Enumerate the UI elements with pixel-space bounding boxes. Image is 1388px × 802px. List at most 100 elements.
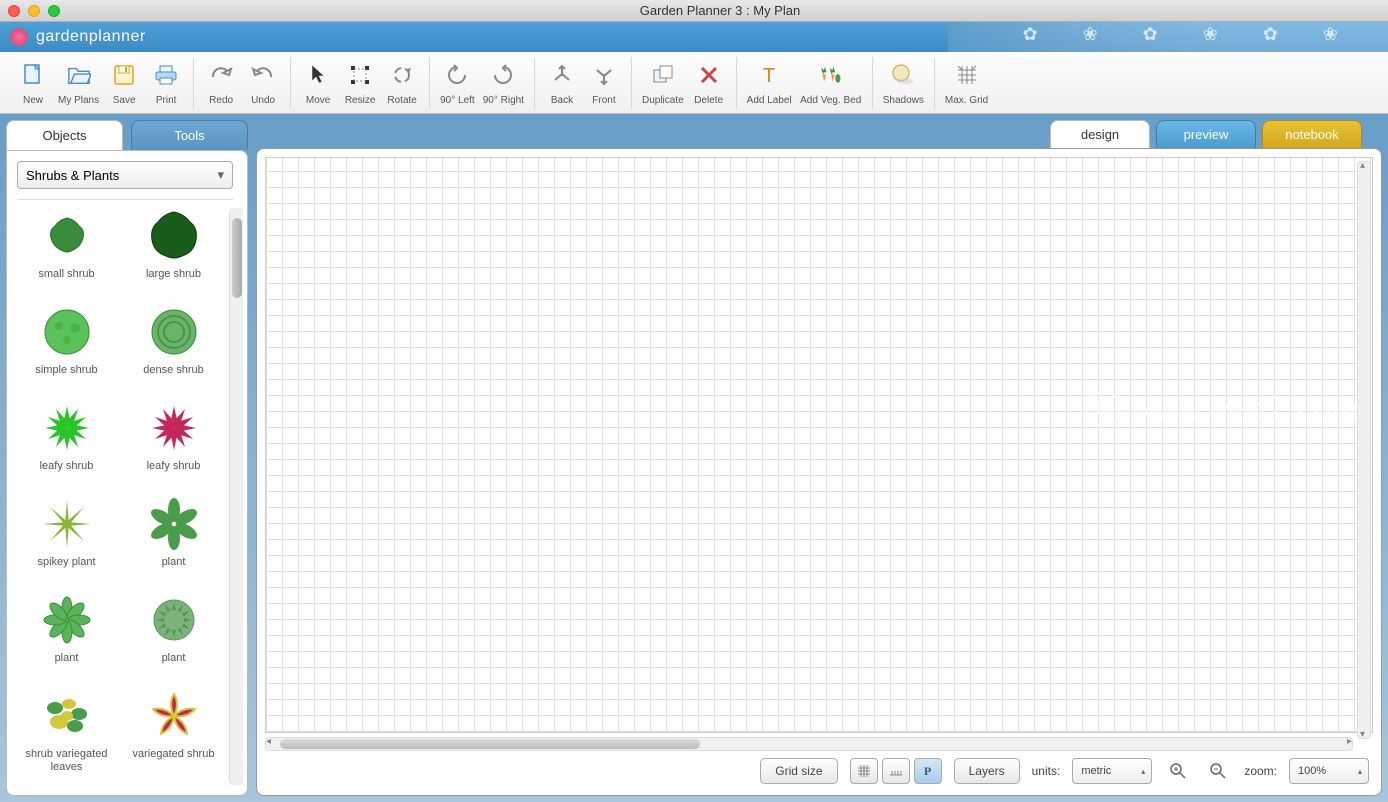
palette-item-plant-1[interactable]: plant — [124, 496, 223, 580]
minimize-window-button[interactable] — [28, 5, 40, 17]
grid-display-button-1[interactable] — [850, 758, 878, 784]
scrollbar-thumb[interactable] — [232, 218, 242, 298]
leafy-shrub-icon — [146, 400, 202, 456]
variegated-shrub-icon — [39, 688, 95, 744]
grid-size-button[interactable]: Grid size — [760, 758, 837, 784]
canvas-vertical-scrollbar[interactable] — [1357, 161, 1371, 739]
palette-item-small-shrub[interactable]: small shrub — [17, 208, 116, 292]
tab-objects[interactable]: Objects — [6, 120, 123, 150]
zoom-in-button[interactable] — [1164, 758, 1192, 784]
send-back-button[interactable]: Back — [541, 57, 583, 109]
rotate-button[interactable]: Rotate — [381, 57, 423, 109]
close-window-button[interactable] — [8, 5, 20, 17]
rotate-left-icon — [445, 60, 469, 91]
rotate-left-button[interactable]: 90° Left — [436, 57, 479, 109]
window-title: Garden Planner 3 : My Plan — [60, 3, 1380, 18]
palette-item-simple-shrub[interactable]: simple shrub — [17, 304, 116, 388]
titlebar: Garden Planner 3 : My Plan — [0, 0, 1388, 22]
units-select[interactable]: metric — [1072, 758, 1152, 784]
main-toolbar: New My Plans Save Print Redo Undo Move — [0, 52, 1388, 114]
delete-button[interactable]: Delete — [688, 57, 730, 109]
brand-name: gardenplanner — [36, 28, 146, 46]
add-veg-bed-button[interactable]: Add Veg. Bed — [796, 57, 866, 109]
palette-item-dense-shrub[interactable]: dense shrub — [124, 304, 223, 388]
duplicate-icon — [651, 60, 675, 91]
window-controls — [8, 5, 60, 17]
canvas-status-bar: Grid size P Layers units: metric zoom: 1… — [265, 755, 1373, 787]
resize-icon — [348, 60, 372, 91]
save-icon — [112, 60, 136, 91]
new-button[interactable]: New — [12, 57, 54, 109]
grid-icon — [955, 60, 979, 91]
brand-logo-icon — [10, 28, 28, 46]
design-canvas[interactable] — [265, 157, 1373, 733]
object-palette: small shrub large shrub simple shrub den… — [17, 208, 229, 785]
text-label-icon: T — [757, 60, 781, 91]
resize-button[interactable]: Resize — [339, 57, 381, 109]
palette-item-leafy-shrub-pink[interactable]: leafy shrub — [124, 400, 223, 484]
folder-icon — [67, 60, 91, 91]
palette-item-variegated-shrub-2[interactable]: variegated shrub — [124, 688, 223, 785]
shrub-icon — [146, 208, 202, 264]
plant-icon — [39, 592, 95, 648]
bring-front-icon — [592, 60, 616, 91]
tab-preview[interactable]: preview — [1156, 120, 1256, 148]
zoom-label: zoom: — [1244, 764, 1277, 778]
sidebar: Objects Tools Shrubs & Plants small shru… — [6, 120, 248, 796]
tab-notebook[interactable]: notebook — [1262, 120, 1362, 148]
duplicate-button[interactable]: Duplicate — [638, 57, 688, 109]
move-button[interactable]: Move — [297, 57, 339, 109]
save-button[interactable]: Save — [103, 57, 145, 109]
redo-button[interactable]: Redo — [200, 57, 242, 109]
tab-design[interactable]: design — [1050, 120, 1150, 148]
canvas-area: design preview notebook Grid size P Laye… — [256, 120, 1382, 796]
grid-display-button-p[interactable]: P — [914, 758, 942, 784]
print-button[interactable]: Print — [145, 57, 187, 109]
vegetable-bed-icon — [819, 60, 843, 91]
zoom-select[interactable]: 100% — [1289, 758, 1369, 784]
shrub-icon — [39, 304, 95, 360]
palette-item-large-shrub[interactable]: large shrub — [124, 208, 223, 292]
rotate-right-icon — [491, 60, 515, 91]
spikey-plant-icon — [39, 496, 95, 552]
max-grid-button[interactable]: Max. Grid — [941, 57, 992, 109]
scrollbar-thumb[interactable] — [280, 739, 700, 749]
grid-display-button-2[interactable] — [882, 758, 910, 784]
palette-scrollbar[interactable] — [229, 208, 243, 785]
shadows-icon — [891, 60, 915, 91]
my-plans-button[interactable]: My Plans — [54, 57, 103, 109]
brand-bar: gardenplanner — [0, 22, 1388, 52]
palette-item-variegated-shrub-1[interactable]: shrub variegated leaves — [17, 688, 116, 785]
shadows-button[interactable]: Shadows — [879, 57, 928, 109]
zoom-out-button[interactable] — [1204, 758, 1232, 784]
category-value: Shrubs & Plants — [26, 168, 119, 183]
variegated-shrub-icon — [146, 688, 202, 744]
undo-icon — [251, 60, 275, 91]
tab-tools[interactable]: Tools — [131, 120, 248, 150]
maximize-window-button[interactable] — [48, 5, 60, 17]
send-back-icon — [550, 60, 574, 91]
layers-button[interactable]: Layers — [954, 758, 1020, 784]
category-dropdown[interactable]: Shrubs & Plants — [17, 161, 233, 189]
units-label: units: — [1032, 764, 1061, 778]
palette-item-spikey-plant[interactable]: spikey plant — [17, 496, 116, 580]
palette-item-leafy-shrub-green[interactable]: leafy shrub — [17, 400, 116, 484]
plant-icon — [146, 592, 202, 648]
redo-icon — [209, 60, 233, 91]
rotate-icon — [390, 60, 414, 91]
leafy-shrub-icon — [39, 400, 95, 456]
new-file-icon — [21, 60, 45, 91]
svg-text:T: T — [763, 65, 775, 86]
undo-button[interactable]: Undo — [242, 57, 284, 109]
brand-decoration — [948, 22, 1388, 52]
shrub-icon — [146, 304, 202, 360]
shrub-icon — [39, 208, 95, 264]
palette-item-plant-2[interactable]: plant — [17, 592, 116, 676]
add-label-button[interactable]: T Add Label — [743, 57, 796, 109]
canvas-horizontal-scrollbar[interactable] — [265, 737, 1353, 751]
bring-front-button[interactable]: Front — [583, 57, 625, 109]
print-icon — [154, 60, 178, 91]
rotate-right-button[interactable]: 90° Right — [479, 57, 528, 109]
plant-icon — [146, 496, 202, 552]
palette-item-plant-3[interactable]: plant — [124, 592, 223, 676]
